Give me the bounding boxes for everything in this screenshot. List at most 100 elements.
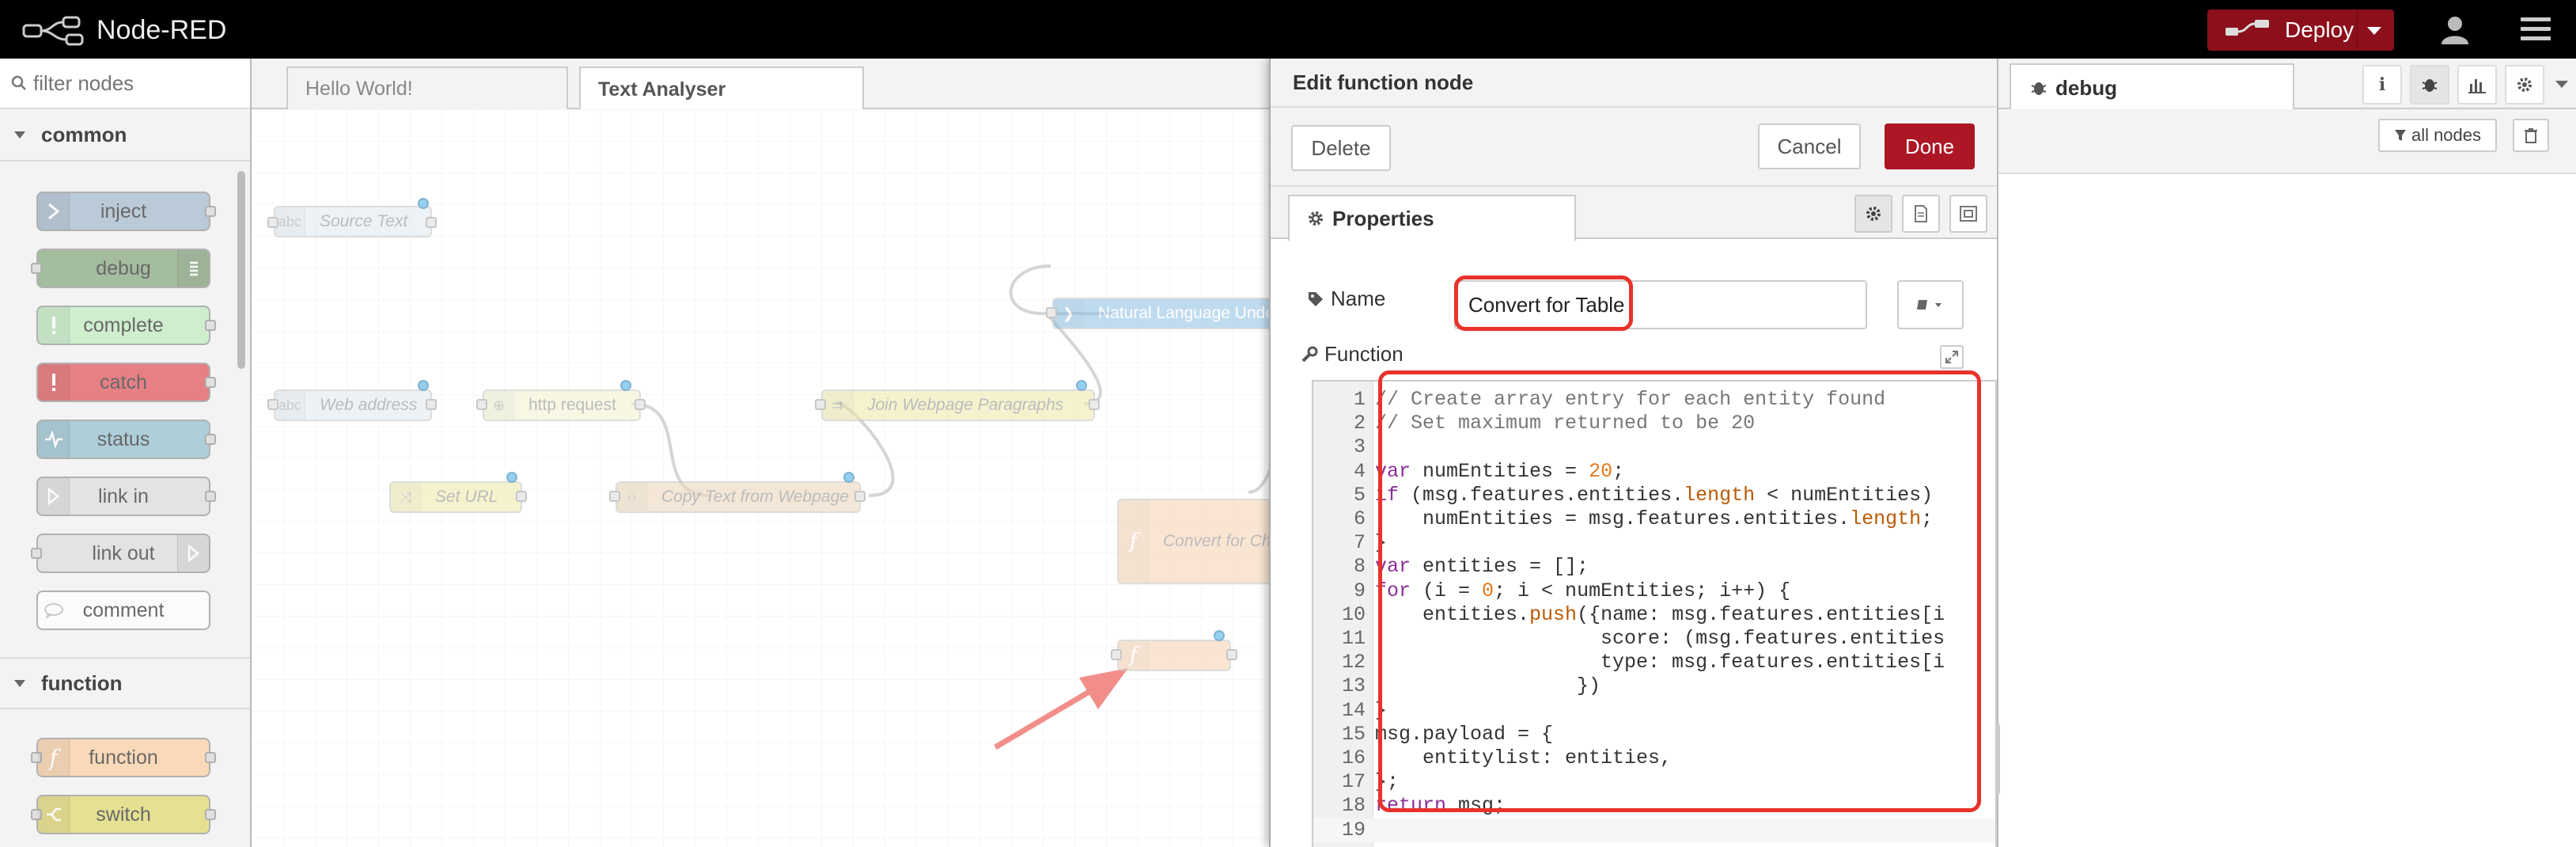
node-red-logo-icon xyxy=(22,16,84,46)
line-number: 13 xyxy=(1341,674,1366,698)
done-button[interactable]: Done xyxy=(1885,123,1975,169)
category-common-header[interactable]: common xyxy=(0,109,250,161)
expand-editor-button[interactable] xyxy=(1940,345,1964,369)
exclamation-icon xyxy=(38,364,70,401)
line-number: 1 xyxy=(1353,388,1366,411)
line-number: 11 xyxy=(1341,627,1366,650)
appearance-icon xyxy=(1960,206,1977,222)
palette-node-complete[interactable]: complete xyxy=(36,306,216,345)
arrow-icon xyxy=(38,193,70,230)
line-number: 16 xyxy=(1341,746,1366,769)
palette-node-function[interactable]: f function xyxy=(31,738,216,777)
line-number: 9 xyxy=(1353,579,1366,602)
palette-node-status[interactable]: status xyxy=(36,420,216,459)
link-arrow-icon xyxy=(177,535,209,572)
line-number: 6 xyxy=(1353,507,1366,530)
gear-icon xyxy=(1866,207,1881,221)
debug-toolbar: all nodes xyxy=(1998,109,2576,174)
sidebar-config-button[interactable] xyxy=(2505,65,2544,104)
edit-tray: Edit function node Delete Cancel Done Pr… xyxy=(1269,59,1998,847)
main-menu-icon[interactable] xyxy=(2521,17,2551,43)
line-number: 7 xyxy=(1353,531,1366,555)
tray-tabs: Properties xyxy=(1271,187,1998,241)
palette-node-catch[interactable]: catch xyxy=(36,363,216,402)
list-icon xyxy=(177,250,209,287)
tag-icon xyxy=(1309,291,1323,306)
palette-node-switch[interactable]: switch xyxy=(31,795,216,834)
info-icon: i xyxy=(2378,74,2386,95)
sidebar-dashboard-button[interactable] xyxy=(2457,65,2497,104)
palette-node-comment[interactable]: comment xyxy=(36,591,210,630)
category-function-header[interactable]: function xyxy=(0,657,250,709)
line-number: 8 xyxy=(1353,555,1366,579)
bug-icon xyxy=(2422,79,2438,92)
palette-filter-input[interactable] xyxy=(33,70,239,96)
sidebar-resize-handle[interactable] xyxy=(1995,724,2000,795)
clear-debug-button[interactable] xyxy=(2513,119,2549,152)
palette-node-debug[interactable]: debug xyxy=(31,249,210,288)
filter-icon xyxy=(2394,130,2406,141)
palette-scrollbar[interactable] xyxy=(237,171,245,369)
pulse-icon xyxy=(38,421,70,458)
delete-button[interactable]: Delete xyxy=(1291,125,1391,171)
palette-search xyxy=(0,59,250,109)
bug-icon xyxy=(2031,82,2047,95)
link-arrow-icon xyxy=(38,478,70,515)
switch-icon xyxy=(38,796,70,833)
sidebar-info-button[interactable]: i xyxy=(2362,65,2402,104)
palette-node-inject[interactable]: inject xyxy=(36,192,216,231)
code-highlight-box xyxy=(1378,370,1981,812)
name-label: Name xyxy=(1307,287,1385,311)
line-number: 14 xyxy=(1341,698,1366,722)
exclamation-icon xyxy=(38,307,70,344)
deploy-label: Deploy xyxy=(2285,17,2354,42)
sidebar-tabs: debug i xyxy=(1998,59,2576,111)
chevron-down-icon xyxy=(14,131,25,139)
gear-icon xyxy=(1309,211,1323,226)
expand-icon xyxy=(1945,351,1958,363)
app-title: Node-RED xyxy=(97,14,227,45)
line-number: 3 xyxy=(1353,435,1366,459)
sidebar-menu-caret-icon[interactable] xyxy=(2555,81,2568,88)
name-highlight-box xyxy=(1454,275,1633,331)
debug-sidebar: debug i all nodes xyxy=(1995,59,2576,847)
line-number: 15 xyxy=(1341,722,1366,746)
function-label: Function xyxy=(1301,342,1404,367)
line-number: 10 xyxy=(1341,602,1366,626)
tab-debug[interactable]: debug xyxy=(2010,63,2294,111)
line-number: 5 xyxy=(1353,483,1366,507)
line-number: 17 xyxy=(1341,770,1366,794)
line-number: 4 xyxy=(1353,459,1366,483)
node-description-button[interactable] xyxy=(1902,195,1940,233)
line-number: 2 xyxy=(1353,412,1366,435)
tray-toolbar: Delete Cancel Done xyxy=(1271,108,1998,187)
node-appearance-button[interactable] xyxy=(1949,195,1987,233)
document-icon xyxy=(1915,205,1927,222)
node-settings-button[interactable] xyxy=(1854,195,1892,233)
palette-node-link-out[interactable]: link out xyxy=(31,534,210,573)
line-number: 19 xyxy=(1341,818,1366,841)
cancel-button[interactable]: Cancel xyxy=(1758,123,1861,169)
trash-icon xyxy=(2525,128,2537,143)
book-icon xyxy=(1917,300,1941,310)
deploy-button[interactable]: Deploy xyxy=(2207,9,2394,51)
node-icon-select[interactable] xyxy=(1897,280,1964,329)
node-palette: common inject debug complete catch statu… xyxy=(0,59,252,847)
palette-node-link-in[interactable]: link in xyxy=(36,477,216,516)
user-icon[interactable] xyxy=(2437,14,2473,46)
tab-properties[interactable]: Properties xyxy=(1288,195,1576,241)
deploy-menu-caret-icon[interactable] xyxy=(2367,27,2381,35)
deploy-icon xyxy=(2226,20,2269,36)
wrench-icon xyxy=(1301,346,1318,362)
flow-workspace: Hello World! Text Analyser abc Source Te… xyxy=(252,59,1269,847)
sidebar-debug-button[interactable] xyxy=(2410,65,2449,104)
bar-chart-icon xyxy=(2468,79,2486,93)
comment-icon xyxy=(38,592,70,629)
tray-title: Edit function node xyxy=(1271,59,1998,108)
chevron-down-icon xyxy=(14,679,25,687)
header-bar: Node-RED Deploy xyxy=(0,0,2576,59)
debug-filter-button[interactable]: all nodes xyxy=(2378,119,2497,152)
code-line[interactable]: 19 xyxy=(1313,818,1995,842)
